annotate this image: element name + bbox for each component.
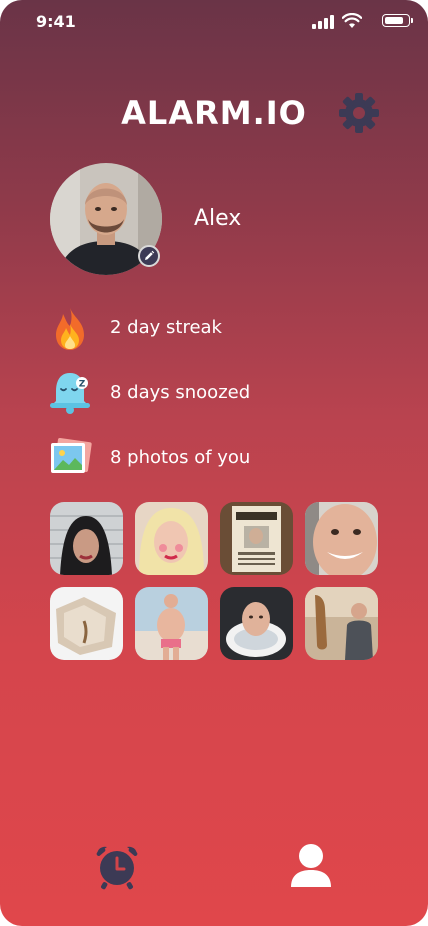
fire-icon xyxy=(56,308,84,350)
stat-label: 8 photos of you xyxy=(110,447,251,468)
stat-streak: 2 day streak xyxy=(48,304,388,352)
user-icon[interactable] xyxy=(289,843,333,889)
stat-snoozed: Z 8 days snoozed xyxy=(48,369,388,417)
stat-photos: 8 photos of you xyxy=(48,434,388,482)
photo-thumbnail[interactable] xyxy=(50,587,123,660)
photo-thumbnail[interactable] xyxy=(220,502,293,575)
photo-thumbnail[interactable] xyxy=(135,502,208,575)
snoozing-bell-icon: Z xyxy=(50,373,90,414)
username: Alex xyxy=(194,206,242,231)
stat-label: 8 days snoozed xyxy=(110,382,251,403)
photo-thumbnail[interactable] xyxy=(305,587,378,660)
photo-thumbnail[interactable] xyxy=(220,587,293,660)
status-icons xyxy=(300,13,413,29)
gear-icon[interactable] xyxy=(338,92,380,134)
alarm-clock-icon[interactable] xyxy=(94,844,140,890)
photo-thumbnail[interactable] xyxy=(305,502,378,575)
photo-thumbnail[interactable] xyxy=(135,587,208,660)
profile-screen: 9:41 ALARM.IO Alex 2 day streak Z 8 days… xyxy=(0,0,428,926)
stat-label: 2 day streak xyxy=(110,317,222,338)
status-bar: 9:41 xyxy=(0,0,428,44)
edit-avatar-button[interactable] xyxy=(138,245,160,267)
battery-icon xyxy=(382,14,413,27)
status-time: 9:41 xyxy=(36,12,76,31)
profile-avatar[interactable] xyxy=(50,163,162,275)
pencil-icon xyxy=(145,250,155,260)
wifi-icon xyxy=(342,13,362,28)
svg-text:Z: Z xyxy=(79,380,86,390)
signal-icon xyxy=(312,15,334,29)
photos-icon xyxy=(51,438,92,473)
photo-thumbnail[interactable] xyxy=(50,502,123,575)
